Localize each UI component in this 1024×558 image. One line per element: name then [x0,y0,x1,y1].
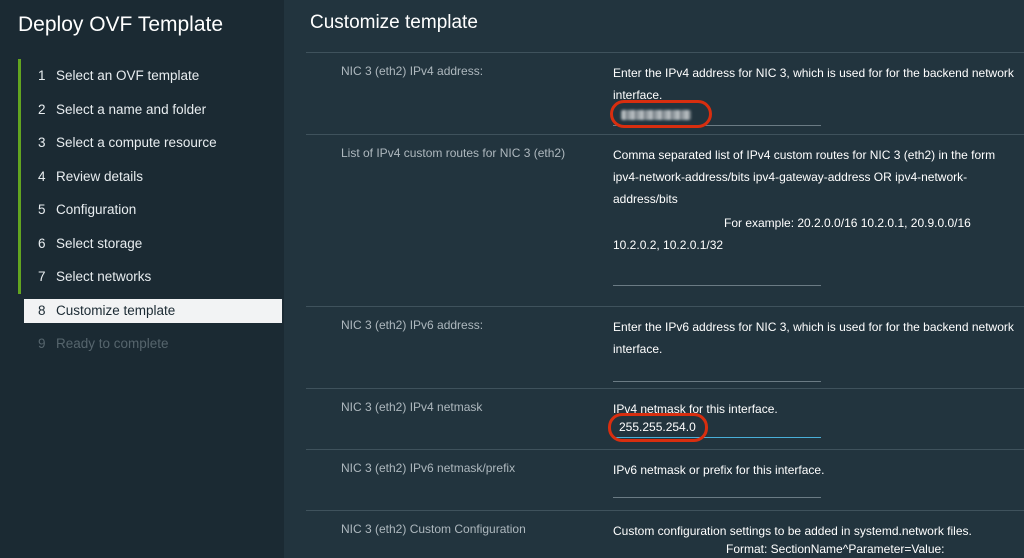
step-customize-template[interactable]: 8 Customize template [24,298,282,323]
table-row-ipv4-netmask: NIC 3 (eth2) IPv4 netmask IPv4 netmask f… [306,389,1024,450]
step-label: Select a name and folder [56,101,207,117]
row-label: List of IPv4 custom routes for NIC 3 (et… [341,146,566,160]
step-select-name-folder[interactable]: 2 Select a name and folder [18,92,284,127]
step-select-storage[interactable]: 6 Select storage [18,226,284,261]
ipv4-custom-routes-input[interactable] [613,264,821,286]
row-label: NIC 3 (eth2) IPv4 netmask [341,400,483,414]
step-number: 7 [38,269,46,285]
row-label: NIC 3 (eth2) IPv6 netmask/prefix [341,461,516,475]
wizard-steps: 1 Select an OVF template 2 Select a name… [18,59,284,360]
step-label: Select an OVF template [56,68,200,84]
table-row-ipv6-address: NIC 3 (eth2) IPv6 address: Enter the IPv… [306,307,1024,389]
table-row-custom-configuration: NIC 3 (eth2) Custom Configuration Custom… [306,511,1024,558]
row-description: Enter the IPv4 address for NIC 3, which … [613,66,1014,102]
ipv4-netmask-input[interactable] [613,416,821,438]
row-label: NIC 3 (eth2) IPv6 address: [341,318,484,332]
step-number: 4 [38,168,46,184]
redacted-ip-value [621,110,691,120]
wizard-title: Deploy OVF Template [18,13,224,36]
ipv6-address-input[interactable] [613,360,821,382]
step-configuration[interactable]: 5 Configuration [18,193,284,227]
step-number: 1 [38,68,46,84]
row-description: Comma separated list of IPv4 custom rout… [613,148,996,206]
wizard-sidebar: Deploy OVF Template 1 Select an OVF temp… [0,0,284,558]
step-number: 5 [38,202,46,218]
step-label: Configuration [56,202,137,218]
step-number: 8 [38,303,46,318]
step-number: 6 [38,235,46,251]
row-label: NIC 3 (eth2) Custom Configuration [341,522,526,536]
row-description: Enter the IPv6 address for NIC 3, which … [613,320,1014,356]
row-description: Custom configuration settings to be adde… [613,524,972,538]
ipv6-netmask-input[interactable] [613,476,821,498]
step-label: Select a compute resource [56,135,217,151]
properties-table: NIC 3 (eth2) IPv4 address: Enter the IPv… [306,52,1024,558]
table-row-ipv4-custom-routes: List of IPv4 custom routes for NIC 3 (et… [306,135,1024,307]
row-label: NIC 3 (eth2) IPv4 address: [341,64,484,78]
table-row-ipv6-netmask-prefix: NIC 3 (eth2) IPv6 netmask/prefix IPv6 ne… [306,450,1024,511]
row-example: For example: 20.2.0.0/16 10.2.0.1, 20.9.… [613,216,971,252]
row-format: Format: SectionName^Parameter=Value: [726,542,945,556]
step-label: Customize template [56,303,176,318]
step-number: 2 [38,101,46,117]
step-label: Select networks [56,269,152,285]
step-number: 9 [38,335,46,351]
table-row-ipv4-address: NIC 3 (eth2) IPv4 address: Enter the IPv… [306,53,1024,135]
step-select-compute-resource[interactable]: 3 Select a compute resource [18,126,284,160]
page-title: Customize template [310,12,478,33]
step-select-ovf-template[interactable]: 1 Select an OVF template [18,59,284,93]
step-number: 3 [38,135,46,151]
main-content: Customize template NIC 3 (eth2) IPv4 add… [284,0,1024,558]
step-review-details[interactable]: 4 Review details [18,159,284,194]
step-label: Review details [56,168,144,184]
step-label: Select storage [56,235,143,251]
step-ready-to-complete: 9 Ready to complete [18,327,284,361]
step-select-networks[interactable]: 7 Select networks [18,260,284,294]
step-label: Ready to complete [56,335,169,351]
